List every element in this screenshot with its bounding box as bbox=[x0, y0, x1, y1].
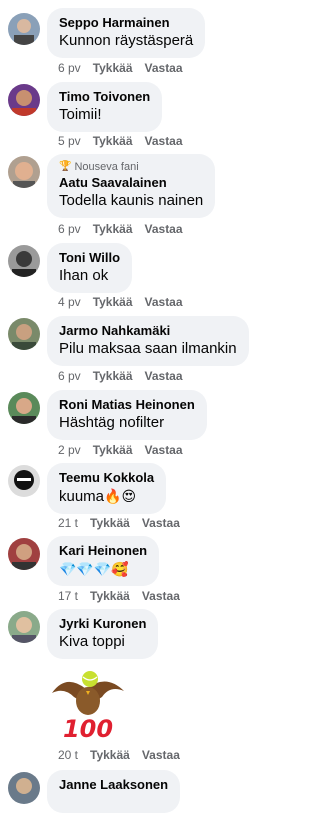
reply-button[interactable]: Vastaa bbox=[145, 134, 183, 148]
avatar[interactable] bbox=[8, 13, 40, 45]
fan-badge: 🏆 Nouseva fani bbox=[59, 160, 203, 174]
commenter-name[interactable]: Jyrki Kuronen bbox=[59, 615, 146, 632]
comment-time[interactable]: 4 pv bbox=[58, 295, 81, 309]
reply-button[interactable]: Vastaa bbox=[145, 369, 183, 383]
comment-time[interactable]: 5 pv bbox=[58, 134, 81, 148]
like-button[interactable]: Tykkää bbox=[90, 748, 130, 762]
avatar[interactable] bbox=[8, 538, 40, 570]
comment-bubble: Jarmo Nahkamäki Pilu maksaa saan ilmanki… bbox=[47, 316, 249, 366]
reply-button[interactable]: Vastaa bbox=[145, 61, 183, 75]
comment-bubble: Roni Matias Heinonen Häshtäg nofilter bbox=[47, 390, 207, 440]
fire-heart-eyes-emoji-icon: 🔥😍 bbox=[104, 488, 137, 504]
comment-time[interactable]: 6 pv bbox=[58, 61, 81, 75]
avatar[interactable] bbox=[8, 156, 40, 188]
diamonds-smiling-hearts-emoji-icon: 💎💎💎🥰 bbox=[59, 561, 129, 577]
comment-bubble: Seppo Harmainen Kunnon räystäsperä bbox=[47, 8, 206, 58]
comment-meta: 4 pv Tykkää Vastaa bbox=[58, 294, 195, 310]
sticker-label: 100 bbox=[63, 715, 113, 743]
avatar[interactable] bbox=[8, 392, 40, 424]
commenter-name[interactable]: Aatu Saavalainen bbox=[59, 174, 203, 191]
trophy-icon: 🏆 bbox=[59, 161, 72, 172]
avatar[interactable] bbox=[8, 772, 40, 804]
like-button[interactable]: Tykkää bbox=[90, 589, 130, 603]
commenter-name[interactable]: Seppo Harmainen bbox=[59, 14, 193, 31]
comment-time[interactable]: 6 pv bbox=[58, 222, 81, 236]
comment-text: Ihan ok bbox=[59, 267, 109, 284]
comment-text: Todella kaunis nainen bbox=[59, 192, 204, 209]
comment-meta: 6 pv Tykkää Vastaa bbox=[58, 221, 195, 237]
like-button[interactable]: Tykkää bbox=[93, 134, 133, 148]
reply-button[interactable]: Vastaa bbox=[142, 589, 180, 603]
like-button[interactable]: Tykkää bbox=[93, 369, 133, 383]
like-button[interactable]: Tykkää bbox=[90, 516, 130, 530]
comment-bubble: 🏆 Nouseva fani Aatu Saavalainen Todella k… bbox=[47, 154, 216, 218]
comment-bubble: Toni Willo Ihan ok bbox=[47, 243, 133, 293]
comment-bubble: Jyrki Kuronen Kiva toppi bbox=[47, 609, 159, 659]
commenter-name[interactable]: Janne Laaksonen bbox=[59, 776, 168, 793]
commenter-name[interactable]: Kari Heinonen bbox=[59, 542, 147, 559]
comment-bubble: Kari Heinonen 💎💎💎🥰 bbox=[47, 536, 160, 586]
comment-meta: 2 pv Tykkää Vastaa bbox=[58, 442, 195, 458]
like-button[interactable]: Tykkää bbox=[93, 61, 133, 75]
avatar[interactable] bbox=[8, 318, 40, 350]
comment-meta: 6 pv Tykkää Vastaa bbox=[58, 368, 195, 384]
comment-text: kuuma🔥😍 bbox=[59, 486, 154, 507]
comment-text: Kiva toppi bbox=[59, 633, 125, 650]
comment-bubble: Teemu Kokkola kuuma🔥😍 bbox=[47, 463, 167, 514]
reply-button[interactable]: Vastaa bbox=[142, 748, 180, 762]
comment-text: Toimii! bbox=[59, 106, 102, 123]
avatar[interactable] bbox=[8, 611, 40, 643]
comment-text: Häshtäg nofilter bbox=[59, 414, 165, 431]
like-button[interactable]: Tykkää bbox=[93, 443, 133, 457]
comment-time[interactable]: 6 pv bbox=[58, 369, 81, 383]
sticker-100-owl[interactable]: 100 bbox=[46, 663, 130, 748]
commenter-name[interactable]: Jarmo Nahkamäki bbox=[59, 322, 237, 339]
reply-button[interactable]: Vastaa bbox=[145, 295, 183, 309]
comment-meta: 5 pv Tykkää Vastaa bbox=[58, 133, 195, 149]
comment-meta: 17 t Tykkää Vastaa bbox=[58, 588, 192, 604]
like-button[interactable]: Tykkää bbox=[93, 222, 133, 236]
comment-time[interactable]: 20 t bbox=[58, 748, 78, 762]
comment-meta: 20 t Tykkää Vastaa bbox=[58, 747, 192, 763]
comment-text: Pilu maksaa saan ilmankin bbox=[59, 340, 237, 357]
comment-text-content: kuuma bbox=[59, 488, 105, 505]
comment-time[interactable]: 17 t bbox=[58, 589, 78, 603]
avatar[interactable] bbox=[8, 465, 40, 497]
commenter-name[interactable]: Roni Matias Heinonen bbox=[59, 396, 195, 413]
like-button[interactable]: Tykkää bbox=[93, 295, 133, 309]
comment-time[interactable]: 21 t bbox=[58, 516, 78, 530]
comment-time[interactable]: 2 pv bbox=[58, 443, 81, 457]
commenter-name[interactable]: Teemu Kokkola bbox=[59, 469, 154, 486]
badge-label: Nouseva fani bbox=[74, 161, 139, 173]
reply-button[interactable]: Vastaa bbox=[145, 222, 183, 236]
commenter-name[interactable]: Timo Toivonen bbox=[59, 88, 150, 105]
comment-bubble: Janne Laaksonen bbox=[47, 770, 181, 813]
comment-meta: 6 pv Tykkää Vastaa bbox=[58, 60, 195, 76]
avatar[interactable] bbox=[8, 245, 40, 277]
avatar[interactable] bbox=[8, 84, 40, 116]
comment-bubble: Timo Toivonen Toimii! bbox=[47, 82, 163, 132]
comment-meta: 21 t Tykkää Vastaa bbox=[58, 515, 192, 531]
reply-button[interactable]: Vastaa bbox=[145, 443, 183, 457]
reply-button[interactable]: Vastaa bbox=[142, 516, 180, 530]
commenter-name[interactable]: Toni Willo bbox=[59, 249, 120, 266]
comment-text: Kunnon räystäsperä bbox=[59, 32, 194, 49]
